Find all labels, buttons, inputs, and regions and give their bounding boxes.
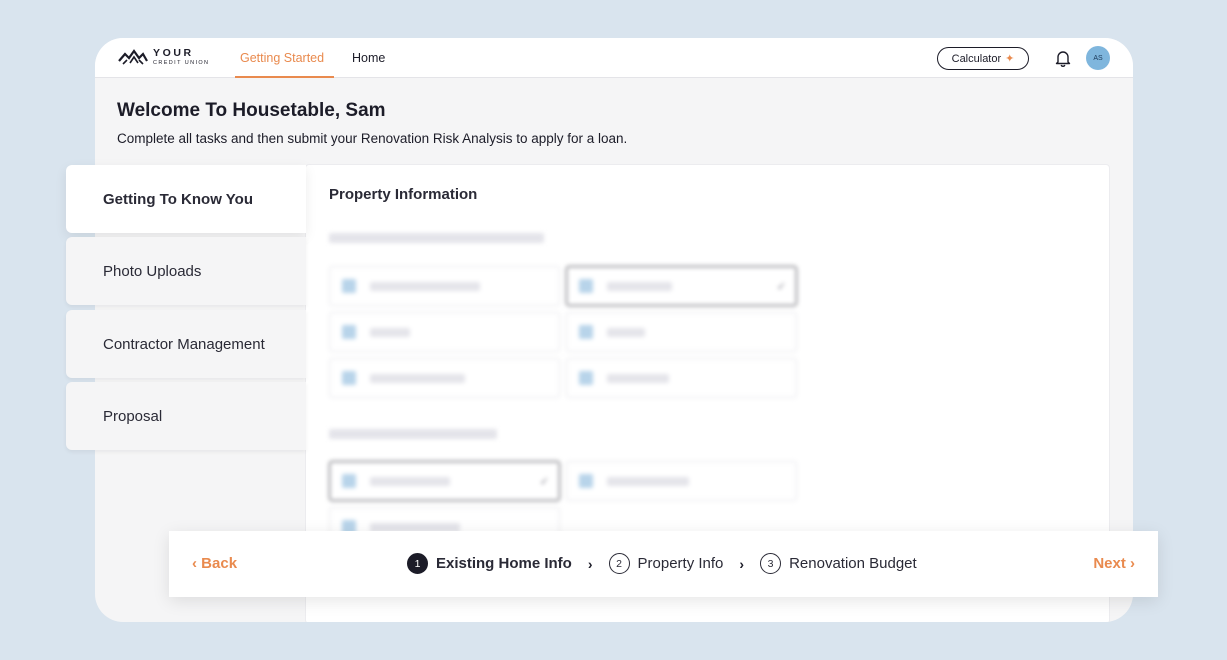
- sidebar-item-getting-to-know-you[interactable]: Getting To Know You: [66, 165, 306, 233]
- page-title: Welcome To Housetable, Sam: [117, 100, 386, 121]
- nav-active-indicator: [235, 76, 334, 78]
- brand-name: YOUR: [153, 47, 194, 59]
- check-icon: ✓: [539, 475, 549, 488]
- property-use-option[interactable]: [566, 461, 797, 501]
- home-type-option[interactable]: [329, 266, 560, 306]
- nav-getting-started[interactable]: Getting Started: [240, 51, 324, 65]
- next-button[interactable]: Next ›: [1093, 555, 1135, 572]
- step-2-number: 2: [608, 553, 630, 574]
- sparkle-icon: ✦: [1005, 53, 1015, 65]
- step-navigation-bar: ‹ Back 1 Existing Home Info › 2 Property…: [169, 531, 1158, 597]
- back-button-label: Back: [201, 555, 238, 572]
- logo-icon: [118, 49, 148, 65]
- brand-logo[interactable]: YOUR CREDIT UNION: [117, 47, 209, 67]
- sidebar-item-proposal[interactable]: Proposal: [66, 382, 306, 450]
- page-subtitle: Complete all tasks and then submit your …: [117, 131, 628, 146]
- stepper: 1 Existing Home Info › 2 Property Info ›…: [407, 553, 917, 574]
- calculator-button[interactable]: Calculator ✦: [937, 47, 1029, 70]
- property-use-option-selected[interactable]: ✓: [329, 461, 560, 501]
- step-2-label[interactable]: Property Info: [638, 555, 724, 572]
- nav-home[interactable]: Home: [352, 51, 385, 65]
- chevron-left-icon: ‹: [192, 555, 197, 572]
- home-type-option[interactable]: [329, 358, 560, 398]
- notification-bell-icon[interactable]: [1054, 48, 1072, 68]
- chevron-right-icon: ›: [1130, 555, 1135, 572]
- property-use-question: [329, 429, 497, 439]
- sidebar-item-photo-uploads[interactable]: Photo Uploads: [66, 237, 306, 305]
- home-type-question: [329, 233, 544, 243]
- home-type-option[interactable]: [329, 312, 560, 352]
- user-avatar[interactable]: AS: [1086, 46, 1110, 70]
- sidebar-item-contractor-management[interactable]: Contractor Management: [66, 310, 306, 378]
- coop-icon: [579, 325, 593, 339]
- home-type-option-selected[interactable]: ✓: [566, 266, 797, 306]
- home-type-option[interactable]: [566, 312, 797, 352]
- step-3-label[interactable]: Renovation Budget: [789, 555, 917, 572]
- next-button-label: Next: [1093, 555, 1126, 572]
- townhouse-icon: [579, 279, 593, 293]
- condo-icon: [342, 325, 356, 339]
- calculator-button-label: Calculator: [951, 52, 1002, 65]
- top-navigation-bar: YOUR CREDIT UNION Getting Started Home C…: [95, 38, 1133, 78]
- step-3-number: 3: [760, 553, 782, 574]
- brand-tagline: CREDIT UNION: [153, 59, 210, 66]
- step-1-label[interactable]: Existing Home Info: [436, 555, 572, 572]
- step-1-number: 1: [407, 553, 428, 574]
- home-type-option[interactable]: [566, 358, 797, 398]
- multi-unit-icon: [342, 371, 356, 385]
- chevron-right-icon: ›: [587, 555, 593, 572]
- chevron-right-icon: ›: [739, 555, 745, 572]
- home-icon: [342, 279, 356, 293]
- check-icon: ✓: [776, 280, 786, 293]
- second-home-icon: [579, 474, 593, 488]
- primary-residence-icon: [342, 474, 356, 488]
- mixed-use-icon: [579, 371, 593, 385]
- back-button[interactable]: ‹ Back: [192, 555, 237, 572]
